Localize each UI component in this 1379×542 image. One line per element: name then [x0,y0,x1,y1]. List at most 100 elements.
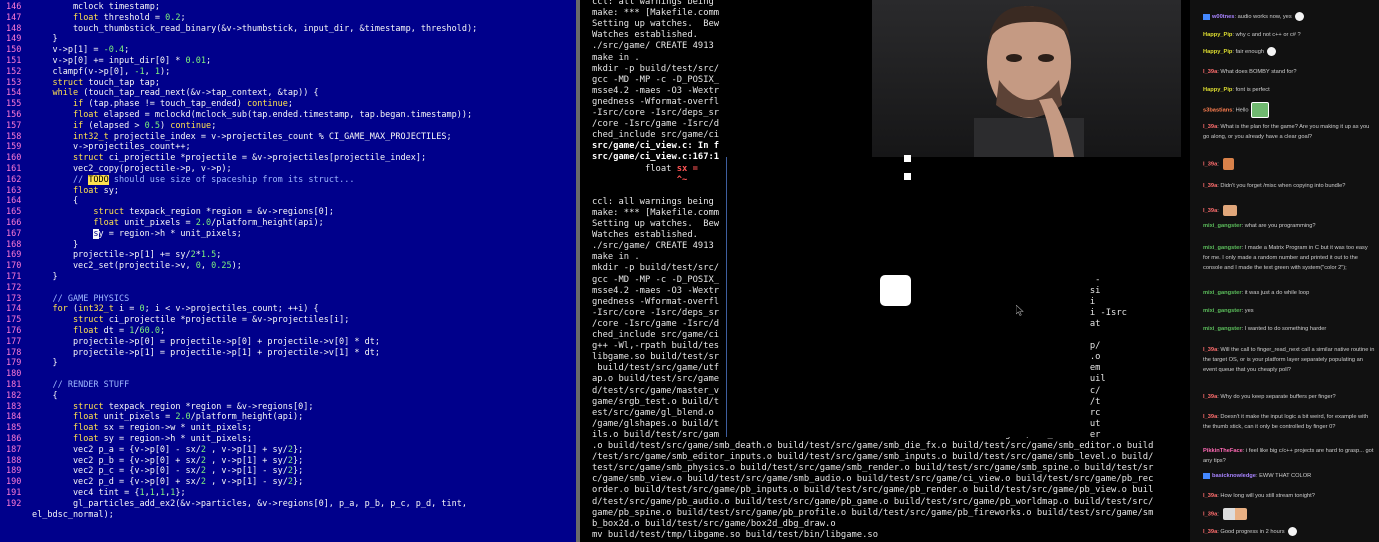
chat-username[interactable]: l_39a [1203,183,1217,189]
code-line[interactable]: 172 [0,283,32,294]
code-line[interactable]: 158 int32_t projectile_index = v->projec… [0,132,452,143]
code-line[interactable]: 148 touch_thumbstick_read_binary(&v->thu… [0,24,477,35]
code-line[interactable]: 177 projectile->p[0] = projectile->p[0] … [0,337,380,348]
chat-username[interactable]: l_39a [1203,208,1217,214]
chat-username[interactable]: mixi_gangster [1203,326,1242,332]
chat-username[interactable]: w00tnes [1212,14,1234,20]
code-line[interactable]: 149 } [0,34,58,45]
code-line[interactable]: 151 v->p[0] += input_dir[0] * 0.01; [0,56,211,67]
code-line[interactable]: 184 float unit_pixels = 2.0/platform_hei… [0,412,303,423]
code-token: ; [216,250,222,261]
code-line[interactable]: 182 { [0,391,58,402]
chat-username[interactable]: Happy_Pip [1203,32,1232,38]
line-number: 152 [6,66,22,77]
chat-username[interactable]: mixi_gangster [1203,308,1242,314]
chat-username[interactable]: l_39a [1203,124,1217,130]
terminal-line: order.o build/test/src/game/pb_inputs.o … [592,485,1153,496]
line-number: 180 [6,369,22,380]
chat-username[interactable]: l_39a [1203,529,1217,535]
chat-username[interactable]: mixi_gangster [1203,245,1242,251]
chat-username[interactable]: Happy_Pip [1203,49,1232,55]
code-line[interactable]: 163 float sy; [0,186,119,197]
line-number: 163 [6,185,22,196]
chat-username[interactable]: l_39a [1203,69,1217,75]
line-number: 187 [6,444,22,455]
chat-username[interactable]: s3bastians [1203,108,1232,114]
code-line[interactable]: 175 struct ci_projectile *projectile = &… [0,315,349,326]
code-line[interactable]: 166 float unit_pixels = 2.0/platform_hei… [0,218,324,229]
terminal-text: gcc -MD -MP -c -D_POSIX_ [592,74,720,85]
terminal-text: mv build/test/tmp/libgame.so build/test/… [592,529,878,540]
code-line[interactable]: 174 for (int32_t i = 0; i < v->projectil… [0,304,319,315]
code-line[interactable]: 165 struct texpack_region *region = &v->… [0,207,334,218]
code-line[interactable]: 162 // TODO should use size of spaceship… [0,174,354,186]
chat-username[interactable]: basicknowledge [1212,473,1256,479]
code-line[interactable]: 171 } [0,272,58,283]
terminal-line: mkdir -p build/test/src/ [592,263,719,274]
chat-username[interactable]: mixi_gangster [1203,290,1242,296]
chat-username[interactable]: l_39a [1203,347,1217,353]
chat-username[interactable]: l_39a [1203,512,1217,518]
code-line[interactable]: 146 mclock timestamp; [0,2,160,13]
chat-message: Happy_Pip: fair enough [1203,47,1375,57]
code-line[interactable]: 164 { [0,196,78,207]
code-line[interactable]: 178 projectile->p[1] = projectile->p[1] … [0,348,380,359]
code-token: 2.0 [175,412,191,423]
code-line[interactable]: 168 } [0,240,78,251]
chat-username[interactable]: Happy_Pip [1203,87,1232,93]
code-line[interactable]: 154 while (touch_tap_read_next(&v->tap_c… [0,88,319,99]
chat-username[interactable]: PikkinTheFace [1203,448,1243,454]
code-line[interactable]: 188 vec2 p_b = {v->p[0] + sx/2 , v->p[1]… [0,456,303,467]
code-line[interactable]: 156 float elapsed = mclockd(mclock_sub(t… [0,110,472,121]
code-line[interactable]: 155 if (tap.phase != touch_tap_ended) co… [0,99,293,110]
code-line[interactable]: 189 vec2 p_c = {v->p[0] - sx/2 , v->p[1]… [0,466,303,477]
code-line[interactable]: 180 [0,369,32,380]
code-line[interactable]: 179 } [0,358,58,369]
streamer-face [974,5,1084,157]
code-token: struct [72,401,104,412]
code-line[interactable]: 191 vec4 tint = {1,1,1,1}; [0,488,186,499]
code-line[interactable]: 183 struct texpack_region *region = &v->… [0,402,314,413]
code-token: continue [246,99,288,110]
chat-text: it was just a do while loop [1244,290,1310,296]
code-token: el_bdsc_normal); [32,509,114,520]
code-line[interactable]: 187 vec2 p_a = {v->p[0] - sx/2 , v->p[1]… [0,445,303,456]
code-line[interactable]: 173 // GAME PHYSICS [0,294,129,305]
code-line[interactable]: 159 v->projectiles_count++; [0,142,191,153]
chat-message: basicknowledge: EWW THAT COLOR [1203,471,1375,481]
terminal-text: make in . [592,252,640,263]
chat-colon: : [1217,161,1221,168]
code-token: }; [293,466,304,477]
terminal-error-highlight: ^~ [676,174,688,185]
code-line[interactable]: 161 vec2_copy(projectile->p, v->p); [0,164,232,175]
code-line[interactable]: 185 float sx = region->w * unit_pixels; [0,423,252,434]
code-line[interactable]: 160 struct ci_projectile *projectile = &… [0,153,426,164]
chat-panel[interactable]: w00tnes: audio works now, yes Happy_Pip: … [1190,0,1379,542]
code-editor[interactable]: 146 mclock timestamp; 147 float threshold… [0,0,576,542]
duo-emote-icon [1223,508,1248,520]
chat-username[interactable]: l_39a [1203,493,1217,499]
chat-username[interactable]: l_39a [1203,162,1217,168]
code-line[interactable]: el_bdsc_normal); [0,510,114,521]
code-line[interactable]: 153 struct touch_tap tap; [0,78,160,89]
code-line[interactable]: 150 v->p[1] = -0.4; [0,45,129,56]
terminal-text: test/src/game/smb_physics.o build/test/s… [592,463,1154,474]
chat-username[interactable]: mixi_gangster [1203,223,1242,229]
code-line[interactable]: 170 vec2_set(projectile->v, 0, 0.25); [0,261,242,272]
code-line[interactable]: 152 clampf(v->p[0], -1, 1); [0,67,170,78]
terminal-line: ./src/game/ CREATE 4913 [592,241,714,252]
code-line[interactable]: 169 projectile->p[1] += sy/2*1.5; [0,250,221,261]
chat-username[interactable]: l_39a [1203,414,1217,420]
game-viewport[interactable] [726,155,1090,437]
code-line[interactable]: 147 float threshold = 0.2; [0,13,186,24]
code-line[interactable]: 192 gl_particles_add_ex2(&v->particles, … [0,499,467,510]
code-line[interactable]: 167 sy = region->h * unit_pixels; [0,228,242,240]
code-line[interactable]: 157 if (elapsed > 0.5) continue; [0,121,216,132]
code-line[interactable]: 176 float dt = 1/60.0; [0,326,165,337]
chat-username[interactable]: l_39a [1203,394,1217,400]
code-line[interactable]: 186 float sy = region->h * unit_pixels; [0,434,252,445]
code-line[interactable]: 181 // RENDER STUFF [0,380,129,391]
code-line[interactable]: 190 vec2 p_d = {v->p[0] + sx/2 , v->p[1]… [0,477,303,488]
